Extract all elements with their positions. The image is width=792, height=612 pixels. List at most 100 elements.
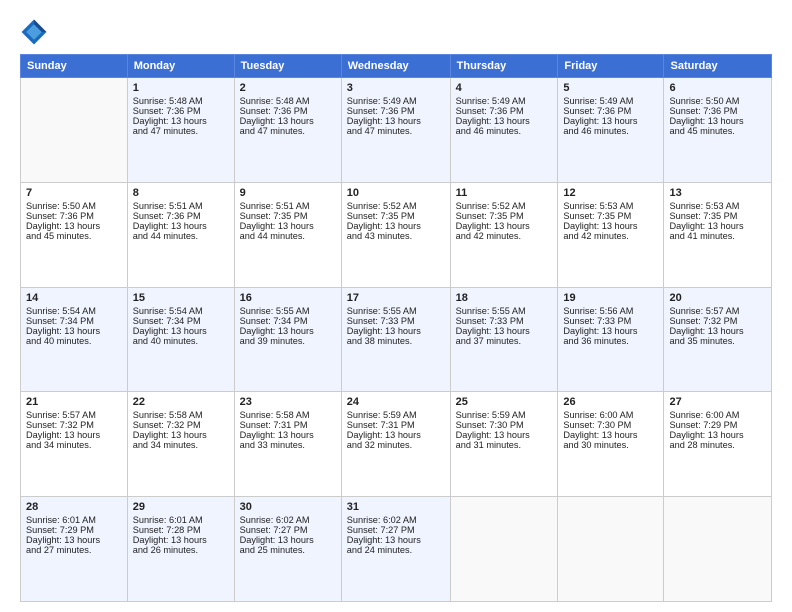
day-number: 6 xyxy=(669,82,766,94)
day-info: Sunset: 7:34 PM xyxy=(26,316,122,326)
header xyxy=(20,18,772,46)
day-info: Daylight: 13 hours xyxy=(669,116,766,126)
day-info: Sunrise: 5:58 AM xyxy=(240,410,336,420)
day-info: Sunset: 7:35 PM xyxy=(456,211,553,221)
day-number: 1 xyxy=(133,82,229,94)
day-info: Daylight: 13 hours xyxy=(563,116,658,126)
day-info: and 40 minutes. xyxy=(133,336,229,346)
calendar-cell: 22Sunrise: 5:58 AMSunset: 7:32 PMDayligh… xyxy=(127,392,234,497)
calendar-week-4: 21Sunrise: 5:57 AMSunset: 7:32 PMDayligh… xyxy=(21,392,772,497)
day-info: Sunset: 7:36 PM xyxy=(347,106,445,116)
day-info: Sunrise: 5:57 AM xyxy=(26,410,122,420)
day-info: Sunrise: 6:01 AM xyxy=(26,515,122,525)
calendar-table: SundayMondayTuesdayWednesdayThursdayFrid… xyxy=(20,54,772,602)
day-info: Daylight: 13 hours xyxy=(456,116,553,126)
day-info: and 28 minutes. xyxy=(669,440,766,450)
weekday-header-tuesday: Tuesday xyxy=(234,55,341,78)
calendar-cell: 8Sunrise: 5:51 AMSunset: 7:36 PMDaylight… xyxy=(127,182,234,287)
day-info: Sunset: 7:35 PM xyxy=(563,211,658,221)
day-info: Sunrise: 5:48 AM xyxy=(240,96,336,106)
day-info: and 24 minutes. xyxy=(347,545,445,555)
weekday-header-wednesday: Wednesday xyxy=(341,55,450,78)
page: SundayMondayTuesdayWednesdayThursdayFrid… xyxy=(0,0,792,612)
day-info: Sunset: 7:31 PM xyxy=(240,420,336,430)
calendar-cell: 23Sunrise: 5:58 AMSunset: 7:31 PMDayligh… xyxy=(234,392,341,497)
day-number: 2 xyxy=(240,82,336,94)
day-number: 25 xyxy=(456,396,553,408)
calendar-cell: 14Sunrise: 5:54 AMSunset: 7:34 PMDayligh… xyxy=(21,287,128,392)
weekday-header-friday: Friday xyxy=(558,55,664,78)
day-info: Sunrise: 5:51 AM xyxy=(133,201,229,211)
day-info: Sunrise: 5:55 AM xyxy=(456,306,553,316)
day-number: 26 xyxy=(563,396,658,408)
day-info: and 45 minutes. xyxy=(26,231,122,241)
day-info: Sunrise: 5:59 AM xyxy=(456,410,553,420)
calendar-week-2: 7Sunrise: 5:50 AMSunset: 7:36 PMDaylight… xyxy=(21,182,772,287)
calendar-cell: 17Sunrise: 5:55 AMSunset: 7:33 PMDayligh… xyxy=(341,287,450,392)
day-number: 8 xyxy=(133,187,229,199)
calendar-cell: 21Sunrise: 5:57 AMSunset: 7:32 PMDayligh… xyxy=(21,392,128,497)
day-number: 21 xyxy=(26,396,122,408)
calendar-cell: 20Sunrise: 5:57 AMSunset: 7:32 PMDayligh… xyxy=(664,287,772,392)
calendar-cell: 5Sunrise: 5:49 AMSunset: 7:36 PMDaylight… xyxy=(558,78,664,183)
day-info: Daylight: 13 hours xyxy=(240,221,336,231)
day-info: Daylight: 13 hours xyxy=(240,326,336,336)
day-info: Sunrise: 5:53 AM xyxy=(563,201,658,211)
day-info: Sunrise: 6:00 AM xyxy=(669,410,766,420)
day-number: 17 xyxy=(347,292,445,304)
day-number: 18 xyxy=(456,292,553,304)
calendar-week-5: 28Sunrise: 6:01 AMSunset: 7:29 PMDayligh… xyxy=(21,497,772,602)
day-info: Daylight: 13 hours xyxy=(26,326,122,336)
calendar-cell: 29Sunrise: 6:01 AMSunset: 7:28 PMDayligh… xyxy=(127,497,234,602)
day-number: 3 xyxy=(347,82,445,94)
day-info: Daylight: 13 hours xyxy=(456,221,553,231)
day-info: Sunset: 7:35 PM xyxy=(669,211,766,221)
day-number: 10 xyxy=(347,187,445,199)
day-info: and 34 minutes. xyxy=(133,440,229,450)
day-info: Sunrise: 5:54 AM xyxy=(26,306,122,316)
day-info: Sunrise: 5:54 AM xyxy=(133,306,229,316)
day-info: Sunrise: 6:02 AM xyxy=(240,515,336,525)
day-info: and 36 minutes. xyxy=(563,336,658,346)
day-info: and 42 minutes. xyxy=(563,231,658,241)
day-number: 11 xyxy=(456,187,553,199)
day-info: Sunset: 7:32 PM xyxy=(669,316,766,326)
day-number: 29 xyxy=(133,501,229,513)
day-info: Sunset: 7:30 PM xyxy=(456,420,553,430)
day-info: Sunrise: 6:01 AM xyxy=(133,515,229,525)
day-number: 30 xyxy=(240,501,336,513)
day-info: Daylight: 13 hours xyxy=(26,430,122,440)
day-info: Sunset: 7:35 PM xyxy=(347,211,445,221)
day-info: and 35 minutes. xyxy=(669,336,766,346)
day-info: Sunrise: 5:55 AM xyxy=(347,306,445,316)
day-info: Sunset: 7:36 PM xyxy=(456,106,553,116)
day-info: and 47 minutes. xyxy=(347,126,445,136)
day-info: and 41 minutes. xyxy=(669,231,766,241)
weekday-header-thursday: Thursday xyxy=(450,55,558,78)
calendar-cell: 27Sunrise: 6:00 AMSunset: 7:29 PMDayligh… xyxy=(664,392,772,497)
day-info: Sunset: 7:33 PM xyxy=(456,316,553,326)
day-info: and 46 minutes. xyxy=(563,126,658,136)
day-info: Sunrise: 5:49 AM xyxy=(456,96,553,106)
day-info: Sunrise: 6:00 AM xyxy=(563,410,658,420)
day-info: Sunrise: 5:49 AM xyxy=(347,96,445,106)
day-info: Sunrise: 5:50 AM xyxy=(669,96,766,106)
day-number: 20 xyxy=(669,292,766,304)
day-info: Sunset: 7:34 PM xyxy=(133,316,229,326)
day-info: Daylight: 13 hours xyxy=(669,326,766,336)
day-info: and 37 minutes. xyxy=(456,336,553,346)
day-info: and 38 minutes. xyxy=(347,336,445,346)
day-info: Daylight: 13 hours xyxy=(456,430,553,440)
day-info: Daylight: 13 hours xyxy=(133,326,229,336)
day-info: Sunset: 7:30 PM xyxy=(563,420,658,430)
calendar-cell: 2Sunrise: 5:48 AMSunset: 7:36 PMDaylight… xyxy=(234,78,341,183)
day-info: Daylight: 13 hours xyxy=(347,535,445,545)
day-number: 15 xyxy=(133,292,229,304)
calendar-cell: 12Sunrise: 5:53 AMSunset: 7:35 PMDayligh… xyxy=(558,182,664,287)
day-info: and 31 minutes. xyxy=(456,440,553,450)
calendar-cell: 28Sunrise: 6:01 AMSunset: 7:29 PMDayligh… xyxy=(21,497,128,602)
day-info: and 30 minutes. xyxy=(563,440,658,450)
day-info: Daylight: 13 hours xyxy=(563,221,658,231)
day-info: Daylight: 13 hours xyxy=(563,430,658,440)
day-info: and 39 minutes. xyxy=(240,336,336,346)
